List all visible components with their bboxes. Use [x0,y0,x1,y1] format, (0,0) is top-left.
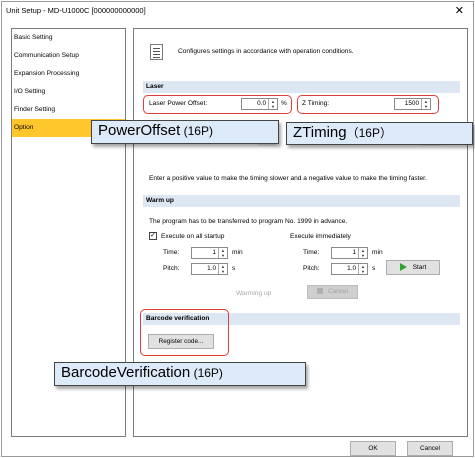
barcode-callout: BarcodeVerification (16P) [54,362,306,386]
immediate-pitch-spinner[interactable]: 1.0 ▲ ▼ [331,263,368,275]
immediate-pitch-unit: s [372,265,376,272]
laser-power-offset-spinner[interactable]: 0.0 ▲ ▼ [241,98,278,110]
z-timing-callout: ZTiming（16P） [286,122,473,145]
spinner-arrows-icon[interactable]: ▲ ▼ [421,99,430,109]
start-button[interactable]: Start [386,260,440,275]
cancel-button[interactable]: Cancel [407,441,453,456]
unit-setup-window: Unit Setup - MD-U1000C [000000000000] ✕ … [1,1,474,457]
barcode-callout-main: BarcodeVerification [61,364,191,381]
cancel-warmup-button[interactable]: Cancel [307,285,358,299]
document-icon [150,44,163,60]
laser-power-offset-value: 0.0 [257,100,266,107]
panel-header: Configures settings in accordance with o… [148,44,448,64]
spinner-arrows-icon[interactable]: ▲ ▼ [358,248,367,258]
startup-time-value: 1 [212,249,216,256]
startup-pitch-unit: s [232,265,236,272]
startup-time-label: Time: [163,249,180,256]
startup-time-unit: min [232,249,243,256]
power-offset-callout-main: PowerOffset [98,122,181,139]
laser-section-header: Laser [143,81,460,93]
timing-note: Enter a positive value to make the timin… [149,175,427,182]
window-title: Unit Setup - MD-U1000C [000000000000] [6,6,146,15]
startup-time-spinner[interactable]: 1 ▲ ▼ [191,247,228,259]
power-offset-callout: PowerOffset (16P) [91,120,279,144]
cancel-warmup-label: Cancel [328,288,348,295]
immediate-pitch-value: 1.0 [347,265,356,272]
spinner-arrows-icon[interactable]: ▲ ▼ [218,264,227,274]
sidebar-item-communication-setup[interactable]: Communication Setup [12,47,125,65]
ok-button[interactable]: OK [350,441,396,456]
z-timing-value: 1500 [404,100,419,107]
close-icon[interactable]: ✕ [455,4,464,17]
z-timing-spinner[interactable]: 1500 ▲ ▼ [394,98,431,110]
immediate-time-unit: min [372,249,383,256]
power-offset-callout-page: (16P) [180,124,213,138]
startup-pitch-value: 1.0 [207,265,216,272]
barcode-callout-page: (16P) [190,366,223,380]
immediate-time-label: Time: [303,249,320,256]
stop-icon [317,288,324,295]
sidebar-item-finder-setting[interactable]: Finder Setting [12,101,125,119]
sidebar-item-expansion-processing[interactable]: Expansion Processing [12,65,125,83]
startup-pitch-label: Pitch: [163,265,180,272]
immediate-pitch-label: Pitch: [303,265,320,272]
warmup-section-header: Warm up [143,195,460,207]
immediate-time-value: 1 [352,249,356,256]
sidebar-item-basic-setting[interactable]: Basic Setting [12,29,125,47]
execute-immediately-label: Execute immediately [290,233,351,240]
spinner-arrows-icon[interactable]: ▲ ▼ [218,248,227,258]
warmup-note: The program has to be transferred to pro… [149,218,348,225]
immediate-time-spinner[interactable]: 1 ▲ ▼ [331,247,368,259]
z-timing-callout-page: （16P） [346,126,392,140]
z-timing-label: Z Timing: [302,100,330,107]
spinner-arrows-icon[interactable]: ▲ ▼ [268,99,277,109]
execute-on-startup-checkbox[interactable]: ✓ [149,232,157,240]
start-button-label: Start [412,264,427,271]
play-icon [399,263,407,272]
panel-description: Configures settings in accordance with o… [178,48,354,55]
startup-pitch-spinner[interactable]: 1.0 ▲ ▼ [191,263,228,275]
sidebar-item-io-setting[interactable]: I/O Setting [12,83,125,101]
register-code-button[interactable]: Register code... [148,334,214,349]
spinner-arrows-icon[interactable]: ▲ ▼ [358,264,367,274]
laser-power-offset-label: Laser Power Offset: [149,100,208,107]
z-timing-callout-main: ZTiming [293,124,347,141]
warming-up-status: Warming up [236,290,272,297]
execute-on-startup-label: Execute on all startup [161,233,225,240]
title-bar[interactable]: Unit Setup - MD-U1000C [000000000000] ✕ [2,2,473,20]
laser-power-offset-unit: % [281,100,287,107]
